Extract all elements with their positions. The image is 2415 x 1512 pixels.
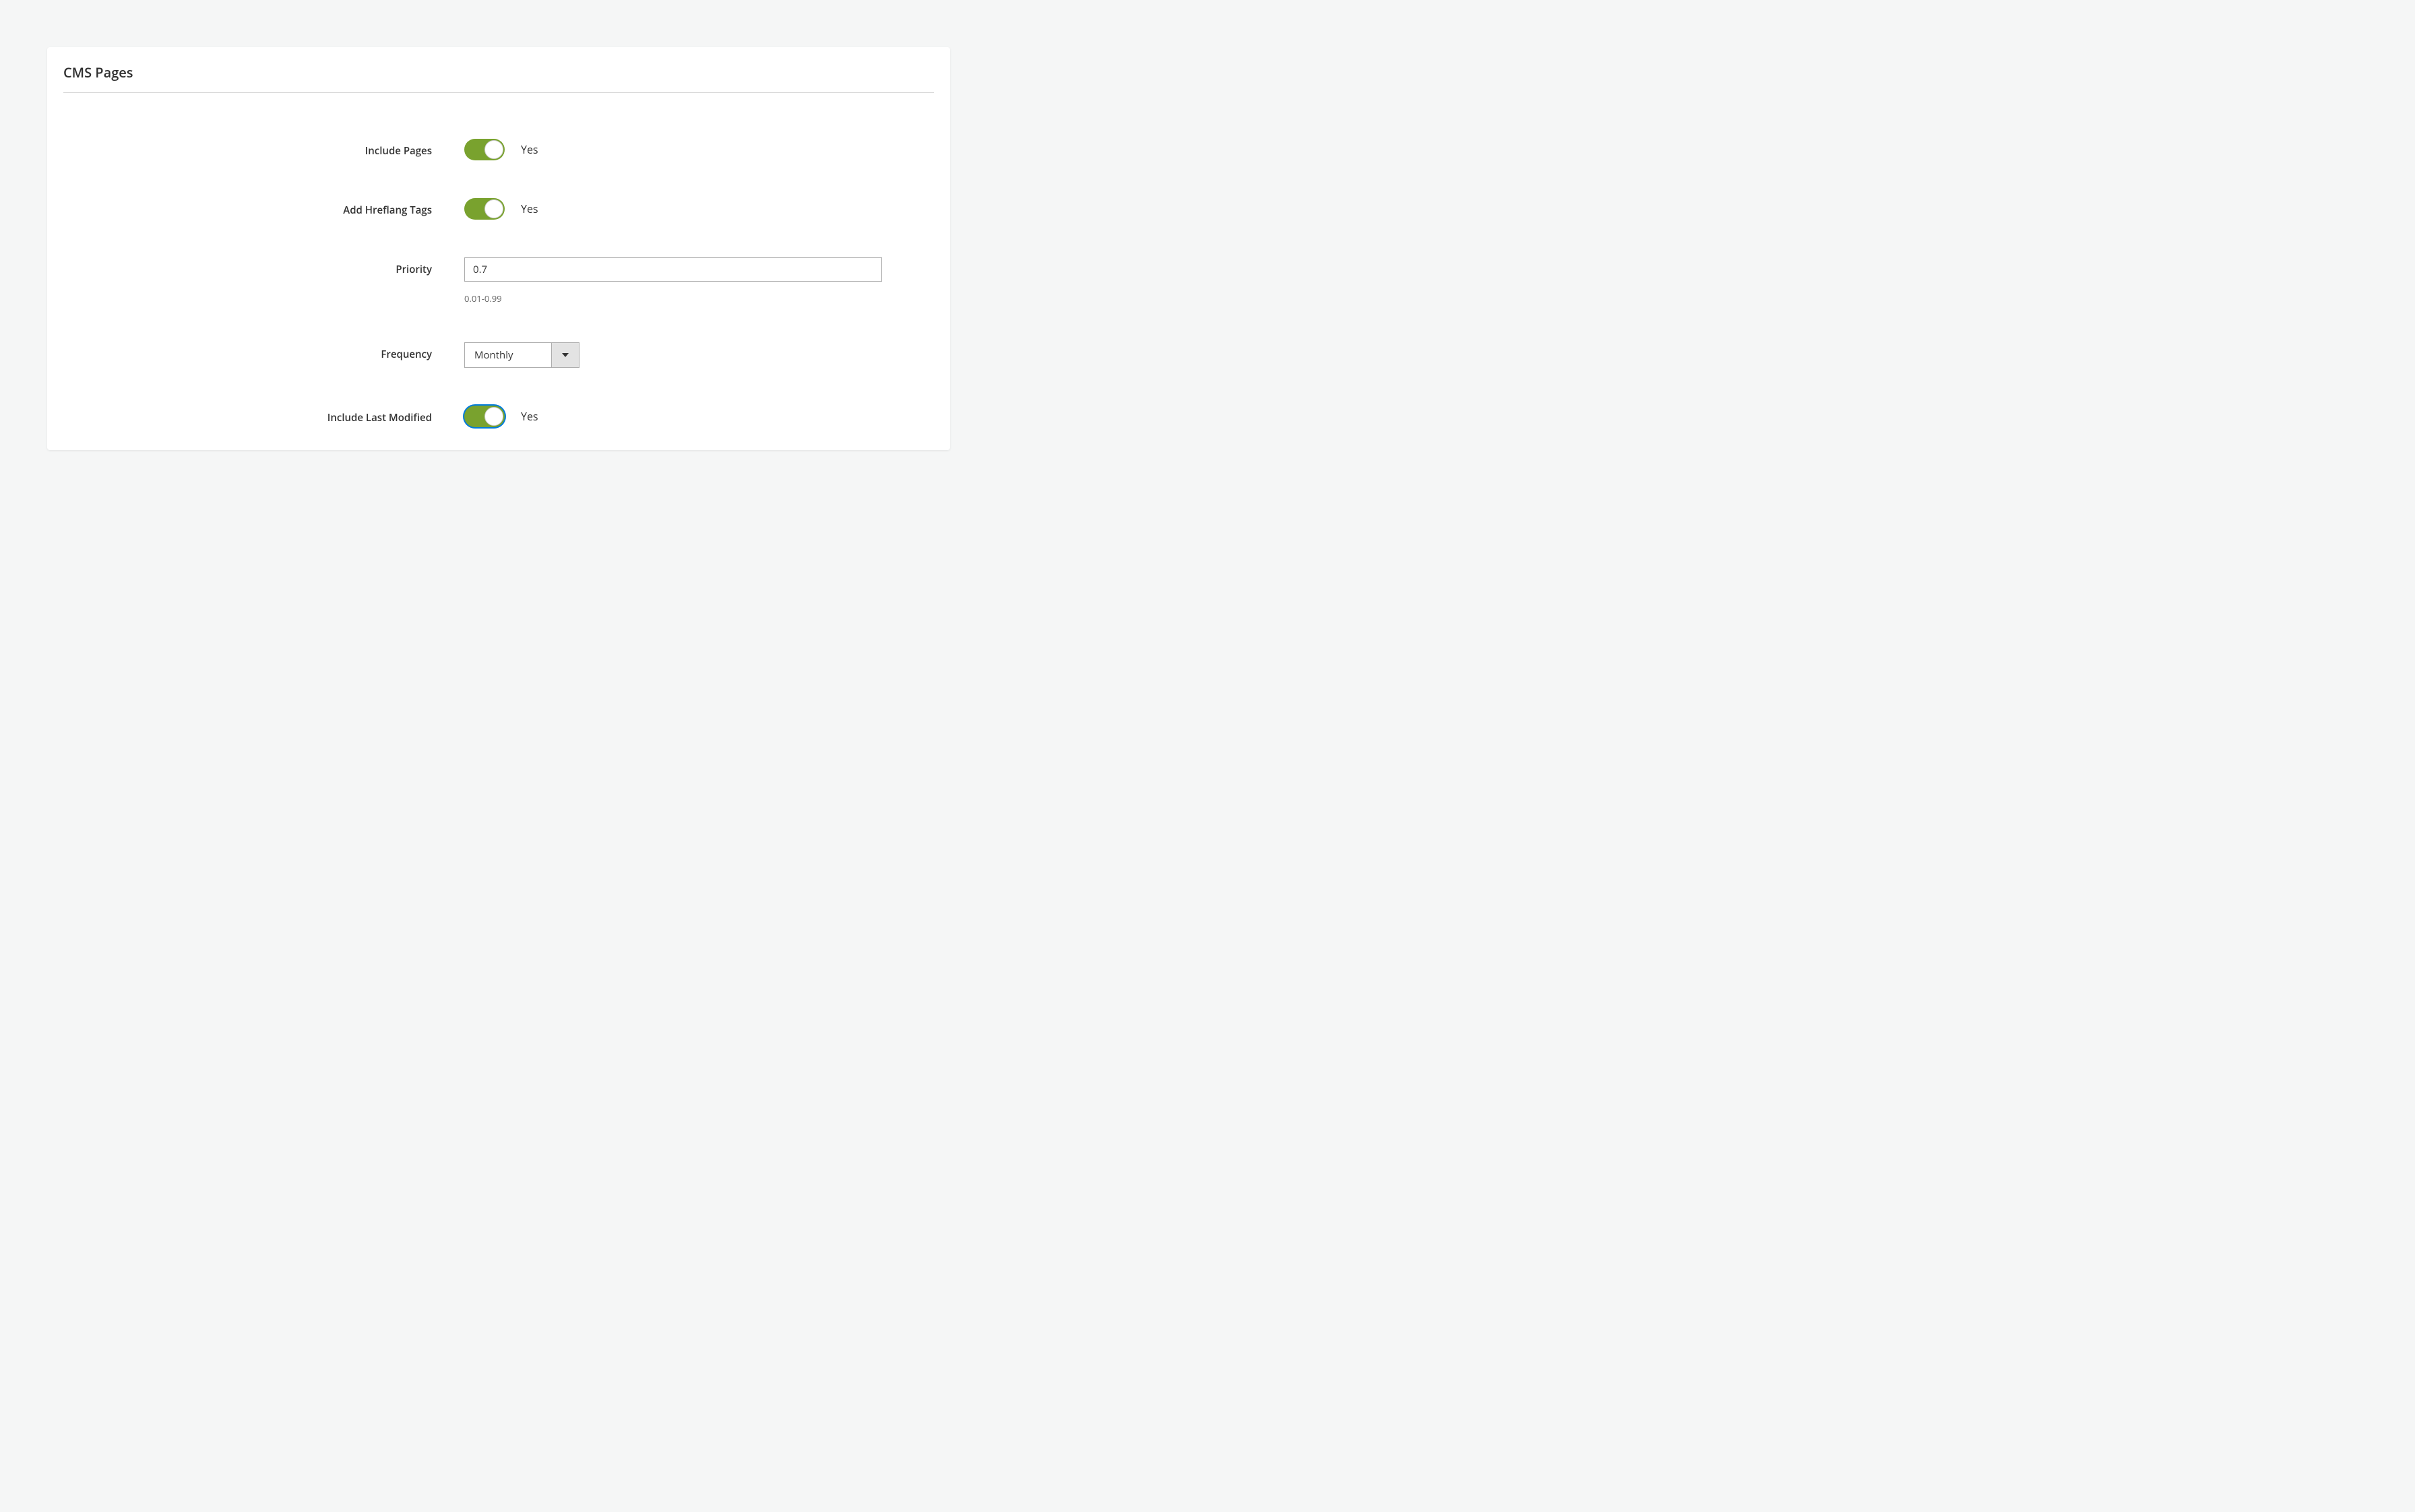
priority-row: Priority 0.01-0.99 bbox=[63, 257, 934, 305]
include-last-modified-row: Include Last Modified Yes bbox=[63, 406, 934, 427]
add-hreflang-tags-row: Add Hreflang Tags Yes bbox=[63, 198, 934, 220]
frequency-value: Monthly bbox=[464, 342, 552, 368]
add-hreflang-tags-label: Add Hreflang Tags bbox=[343, 203, 432, 217]
priority-label: Priority bbox=[396, 263, 432, 276]
frequency-select[interactable]: Monthly bbox=[464, 342, 579, 368]
frequency-row: Frequency Monthly bbox=[63, 342, 934, 368]
include-last-modified-value: Yes bbox=[521, 409, 538, 424]
add-hreflang-tags-toggle[interactable] bbox=[464, 198, 505, 220]
include-pages-toggle[interactable] bbox=[464, 139, 505, 160]
priority-helper: 0.01-0.99 bbox=[464, 292, 934, 305]
include-pages-row: Include Pages Yes bbox=[63, 139, 934, 160]
toggle-knob bbox=[484, 140, 503, 159]
include-last-modified-toggle[interactable] bbox=[464, 406, 505, 427]
panel-title: CMS Pages bbox=[63, 63, 934, 93]
include-pages-label: Include Pages bbox=[365, 144, 432, 158]
toggle-knob bbox=[484, 407, 503, 426]
frequency-dropdown-button[interactable] bbox=[551, 342, 579, 368]
add-hreflang-tags-value: Yes bbox=[521, 201, 538, 216]
toggle-knob bbox=[484, 199, 503, 218]
priority-input[interactable] bbox=[464, 257, 882, 282]
include-pages-value: Yes bbox=[521, 142, 538, 157]
include-last-modified-label: Include Last Modified bbox=[327, 411, 432, 424]
cms-pages-panel: CMS Pages Include Pages Yes Add Hreflang… bbox=[47, 47, 950, 450]
frequency-label: Frequency bbox=[381, 348, 432, 361]
chevron-down-icon bbox=[562, 353, 569, 357]
